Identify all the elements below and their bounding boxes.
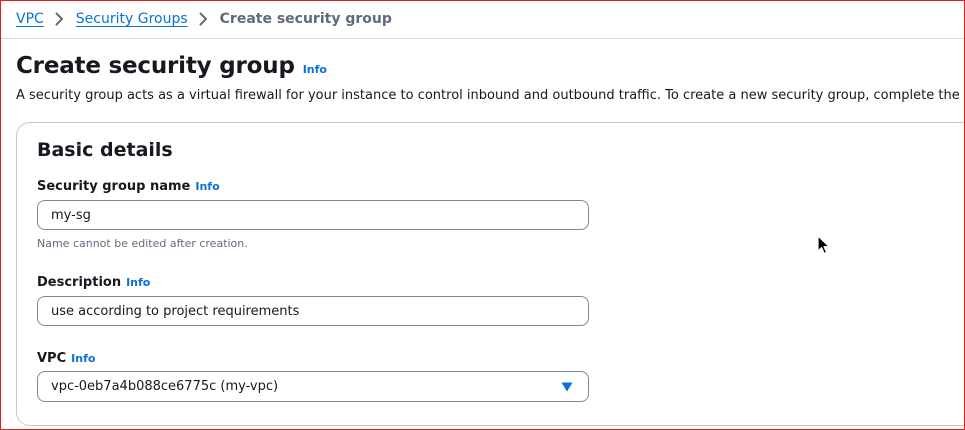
security-group-name-input[interactable] bbox=[37, 200, 589, 230]
breadcrumb-current: Create security group bbox=[219, 11, 392, 27]
vpc-label: VPC bbox=[37, 351, 67, 366]
vpc-info-link[interactable]: Info bbox=[71, 352, 95, 365]
description-label: Description bbox=[37, 275, 122, 290]
page-info-link[interactable]: Info bbox=[303, 63, 327, 76]
chevron-right-icon bbox=[188, 12, 220, 26]
basic-details-container: Basic details Security group name Info N… bbox=[16, 122, 964, 426]
basic-details-title: Basic details bbox=[37, 139, 173, 161]
security-group-name-label-row: Security group name Info bbox=[37, 179, 220, 194]
breadcrumb: VPC Security Groups Create security grou… bbox=[16, 9, 392, 29]
mouse-pointer-icon bbox=[817, 235, 830, 255]
page-title: Create security group bbox=[16, 53, 295, 79]
security-group-name-constraint: Name cannot be edited after creation. bbox=[37, 237, 248, 250]
description-info-link[interactable]: Info bbox=[126, 276, 150, 289]
page-header: Create security group Info bbox=[16, 53, 327, 79]
browser-viewport: VPC Security Groups Create security grou… bbox=[0, 0, 965, 430]
vpc-label-row: VPC Info bbox=[37, 351, 95, 366]
breadcrumb-vpc-link[interactable]: VPC bbox=[16, 11, 44, 27]
breadcrumb-security-groups-link[interactable]: Security Groups bbox=[76, 11, 188, 27]
page-description: A security group acts as a virtual firew… bbox=[16, 88, 965, 103]
caret-down-icon bbox=[561, 382, 573, 391]
vpc-select[interactable]: vpc-0eb7a4b088ce6775c (my-vpc) bbox=[37, 371, 589, 402]
description-label-row: Description Info bbox=[37, 275, 150, 290]
description-input[interactable] bbox=[37, 296, 589, 326]
security-group-name-info-link[interactable]: Info bbox=[195, 180, 219, 193]
security-group-name-label: Security group name bbox=[37, 179, 191, 194]
vpc-select-value: vpc-0eb7a4b088ce6775c (my-vpc) bbox=[51, 379, 279, 394]
chevron-right-icon bbox=[44, 12, 76, 26]
header-divider bbox=[1, 38, 964, 39]
